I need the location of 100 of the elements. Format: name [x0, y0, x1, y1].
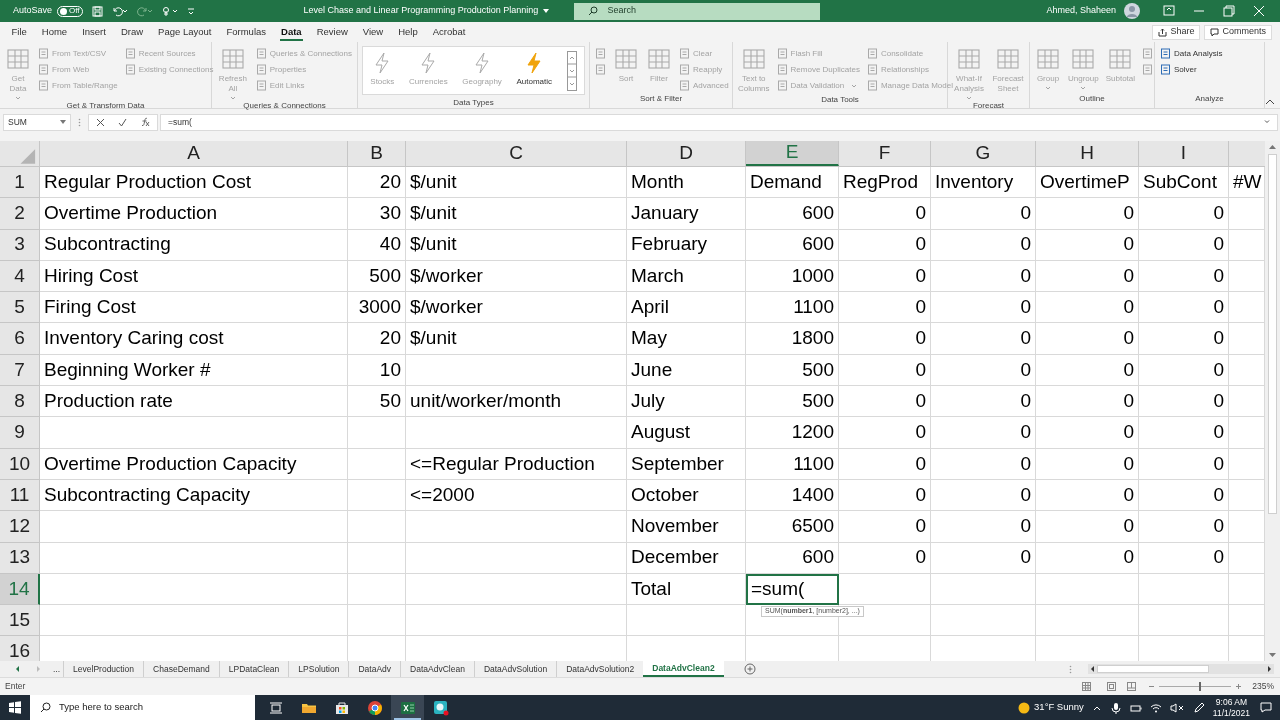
more-sheets-button[interactable]: ... [50, 662, 64, 676]
zoom-in-icon[interactable] [1235, 683, 1243, 690]
ribbon-button[interactable]: Solver [1160, 62, 1223, 77]
row-header[interactable]: 7 [0, 354, 40, 387]
sheet-cell: 600 [746, 542, 839, 574]
volume-muted-icon[interactable] [1169, 702, 1184, 713]
microphone-icon[interactable] [1110, 701, 1121, 714]
menu-tab[interactable]: Insert [74, 22, 114, 42]
spreadsheet-icon [399, 699, 416, 716]
column-header[interactable]: H [1036, 141, 1139, 166]
taskbar-search-field[interactable]: Type here to search [30, 695, 255, 720]
formula-field[interactable]: =sum( [160, 113, 1278, 131]
shopping-bag-icon [333, 699, 350, 716]
row-header[interactable]: 1 [0, 167, 40, 199]
row-header[interactable]: 4 [0, 260, 40, 293]
column-header[interactable]: B [348, 141, 406, 166]
gallery-scroll-icon[interactable] [566, 51, 577, 91]
zoom-slider-thumb[interactable] [1198, 682, 1201, 691]
share-button[interactable]: Share [1152, 24, 1201, 40]
row-header[interactable]: 12 [0, 511, 40, 543]
previous-sheet-icon[interactable] [14, 665, 22, 673]
sheet-cell: 0 [1139, 354, 1229, 387]
menu-tab[interactable]: Draw [113, 22, 151, 42]
column-header[interactable]: C [406, 141, 627, 166]
sheet-cell: 0 [1139, 511, 1229, 543]
row-header[interactable]: 5 [0, 292, 40, 324]
sheet-cell [348, 542, 406, 574]
column-header[interactable]: I [1139, 141, 1229, 166]
sheet-cell: 0 [931, 260, 1036, 293]
wifi-icon[interactable] [1149, 702, 1162, 713]
insert-function-icon[interactable] [139, 117, 151, 127]
menu-tab[interactable]: View [355, 22, 391, 42]
row-header[interactable]: 6 [0, 323, 40, 355]
comments-button[interactable]: Comments [1204, 24, 1272, 40]
page-layout-icon[interactable] [1107, 682, 1117, 691]
row-header[interactable]: 14 [0, 573, 40, 606]
column-header[interactable]: F [839, 141, 931, 166]
zoom-out-icon[interactable] [1148, 683, 1156, 690]
row-header[interactable]: 11 [0, 479, 40, 512]
sheet-cell: January [627, 198, 746, 230]
menu-tab[interactable]: Help [390, 22, 426, 42]
row-header[interactable]: 13 [0, 542, 40, 574]
caret-icon[interactable] [543, 9, 550, 13]
clock-time[interactable]: 9:06 AM [1215, 696, 1247, 708]
sheet-tab[interactable]: DataAdvClean2 [643, 661, 724, 677]
ribbon-button[interactable]: Automatic [516, 51, 553, 87]
column-header[interactable]: A [40, 141, 348, 166]
battery-icon[interactable] [1129, 702, 1142, 713]
weather-text[interactable]: 31°F Sunny [1034, 700, 1084, 715]
menu-tab[interactable]: Formulas [218, 22, 274, 42]
sheet-cell: October [627, 479, 746, 512]
check-icon[interactable] [117, 117, 127, 127]
row-header[interactable]: 3 [0, 229, 40, 261]
menu-tab[interactable]: Page Layout [150, 22, 219, 42]
menu-tab[interactable]: File [4, 22, 35, 42]
pen-icon[interactable] [1192, 701, 1205, 714]
row-header[interactable]: 16 [0, 636, 40, 661]
row-header[interactable]: 8 [0, 386, 40, 418]
sheet-cell: <=2000 [406, 479, 627, 512]
customize-icon[interactable] [186, 5, 195, 17]
scroll-right-icon[interactable] [1265, 664, 1274, 674]
cancel-icon[interactable] [95, 117, 105, 127]
column-header[interactable]: E [746, 141, 839, 166]
sheet-cell: 0 [839, 542, 931, 574]
ribbon-button[interactable]: Data Analysis [1160, 46, 1223, 61]
sheet-cell: 0 [839, 448, 931, 480]
sheet-cell: July [627, 386, 746, 418]
menu-tab[interactable]: Home [34, 22, 75, 42]
sheet-cell: Firing Cost [40, 292, 348, 324]
sheet-cell: Subcontracting Capacity [40, 479, 348, 512]
horizontal-scrollbar[interactable] [1088, 664, 1274, 674]
expand-icon [1264, 120, 1270, 124]
vertical-scrollbar[interactable] [1265, 141, 1280, 661]
page-break-icon[interactable] [1127, 682, 1137, 691]
active-cell[interactable]: =sum( [746, 573, 839, 606]
search-field[interactable]: Search [573, 2, 820, 20]
column-header[interactable]: G [931, 141, 1036, 166]
sheet-cell: 0 [931, 292, 1036, 324]
normal-view-icon[interactable] [1082, 682, 1092, 691]
row-header[interactable]: 15 [0, 605, 40, 637]
row-header[interactable]: 2 [0, 198, 40, 230]
save-icon[interactable] [91, 5, 103, 17]
avatar-icon[interactable] [1124, 3, 1140, 19]
undo-icon[interactable] [111, 5, 128, 17]
document-icon [595, 64, 606, 75]
menu-tab[interactable]: Data [273, 22, 310, 42]
name-box[interactable]: SUM [3, 113, 71, 131]
menu-tab[interactable]: Review [309, 22, 356, 42]
row-header[interactable]: 10 [0, 448, 40, 480]
add-sheet-icon[interactable] [743, 663, 756, 675]
sun-icon[interactable] [1018, 701, 1031, 714]
notifications-icon[interactable] [1260, 702, 1272, 713]
clock-date[interactable]: 11/1/2021 [1212, 707, 1250, 719]
collapse-ribbon-icon[interactable] [1265, 99, 1275, 105]
sheet-cell: April [627, 292, 746, 324]
sheet-cell: November [627, 511, 746, 543]
touch-mode-icon[interactable] [161, 5, 178, 17]
row-header[interactable]: 9 [0, 417, 40, 449]
sheet-cell: RegProd [839, 167, 931, 199]
menu-tab[interactable]: Acrobat [425, 22, 473, 42]
